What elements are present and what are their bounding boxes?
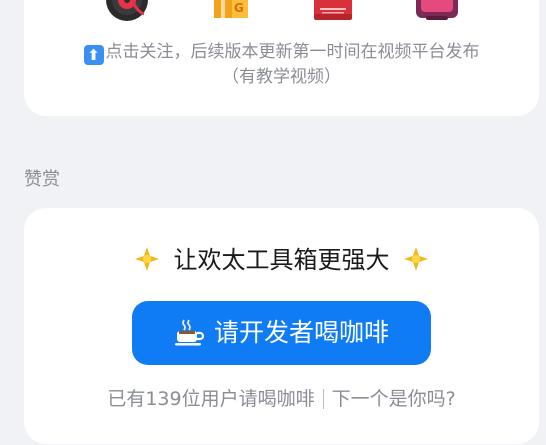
buy-developer-coffee-button[interactable]: 请开发者喝咖啡 <box>132 301 431 365</box>
gift-box-platform-icon[interactable]: G <box>208 0 254 22</box>
sparkle-star-icon <box>134 246 160 272</box>
notice-text: 点击关注，后续版本更新第一时间在视频平台发布 <box>105 42 480 62</box>
follow-notice: ⬆ 点击关注，后续版本更新第一时间在视频平台发布 （有教学视频） <box>24 40 539 89</box>
divider <box>322 389 324 409</box>
up-arrow-icon: ⬆ <box>83 45 104 65</box>
donor-count-text: 已有139位用户请喝咖啡 <box>107 388 315 410</box>
headline-text: 让欢太工具箱更强大 <box>173 246 390 274</box>
donate-card: 让欢太工具箱更强大 请开发者喝咖啡 已有139位用户请喝咖啡 下一个是你吗? <box>24 208 539 444</box>
tv-platform-icon[interactable] <box>414 0 460 22</box>
platform-icons-row: G <box>24 0 539 22</box>
donate-footer: 已有139位用户请喝咖啡 下一个是你吗? <box>24 386 539 412</box>
section-label-donate: 赞赏 <box>24 169 60 190</box>
notice-line-1: ⬆ 点击关注，后续版本更新第一时间在视频平台发布 <box>24 40 539 65</box>
music-platform-icon[interactable] <box>104 0 150 22</box>
button-label: 请开发者喝咖啡 <box>213 318 389 347</box>
sparkle-star-icon <box>403 246 429 272</box>
notice-line-2: （有教学视频） <box>222 67 341 87</box>
next-donor-link[interactable]: 下一个是你吗? <box>332 388 456 410</box>
svg-text:G: G <box>234 1 244 15</box>
follow-card: G ⬆ 点击关注，后续版本更新第一时间在视频平台发布 （有教学视频） <box>24 0 539 116</box>
donate-headline: 让欢太工具箱更强大 <box>24 244 539 276</box>
coffee-cup-icon <box>174 306 205 346</box>
red-book-platform-icon[interactable] <box>310 0 356 22</box>
